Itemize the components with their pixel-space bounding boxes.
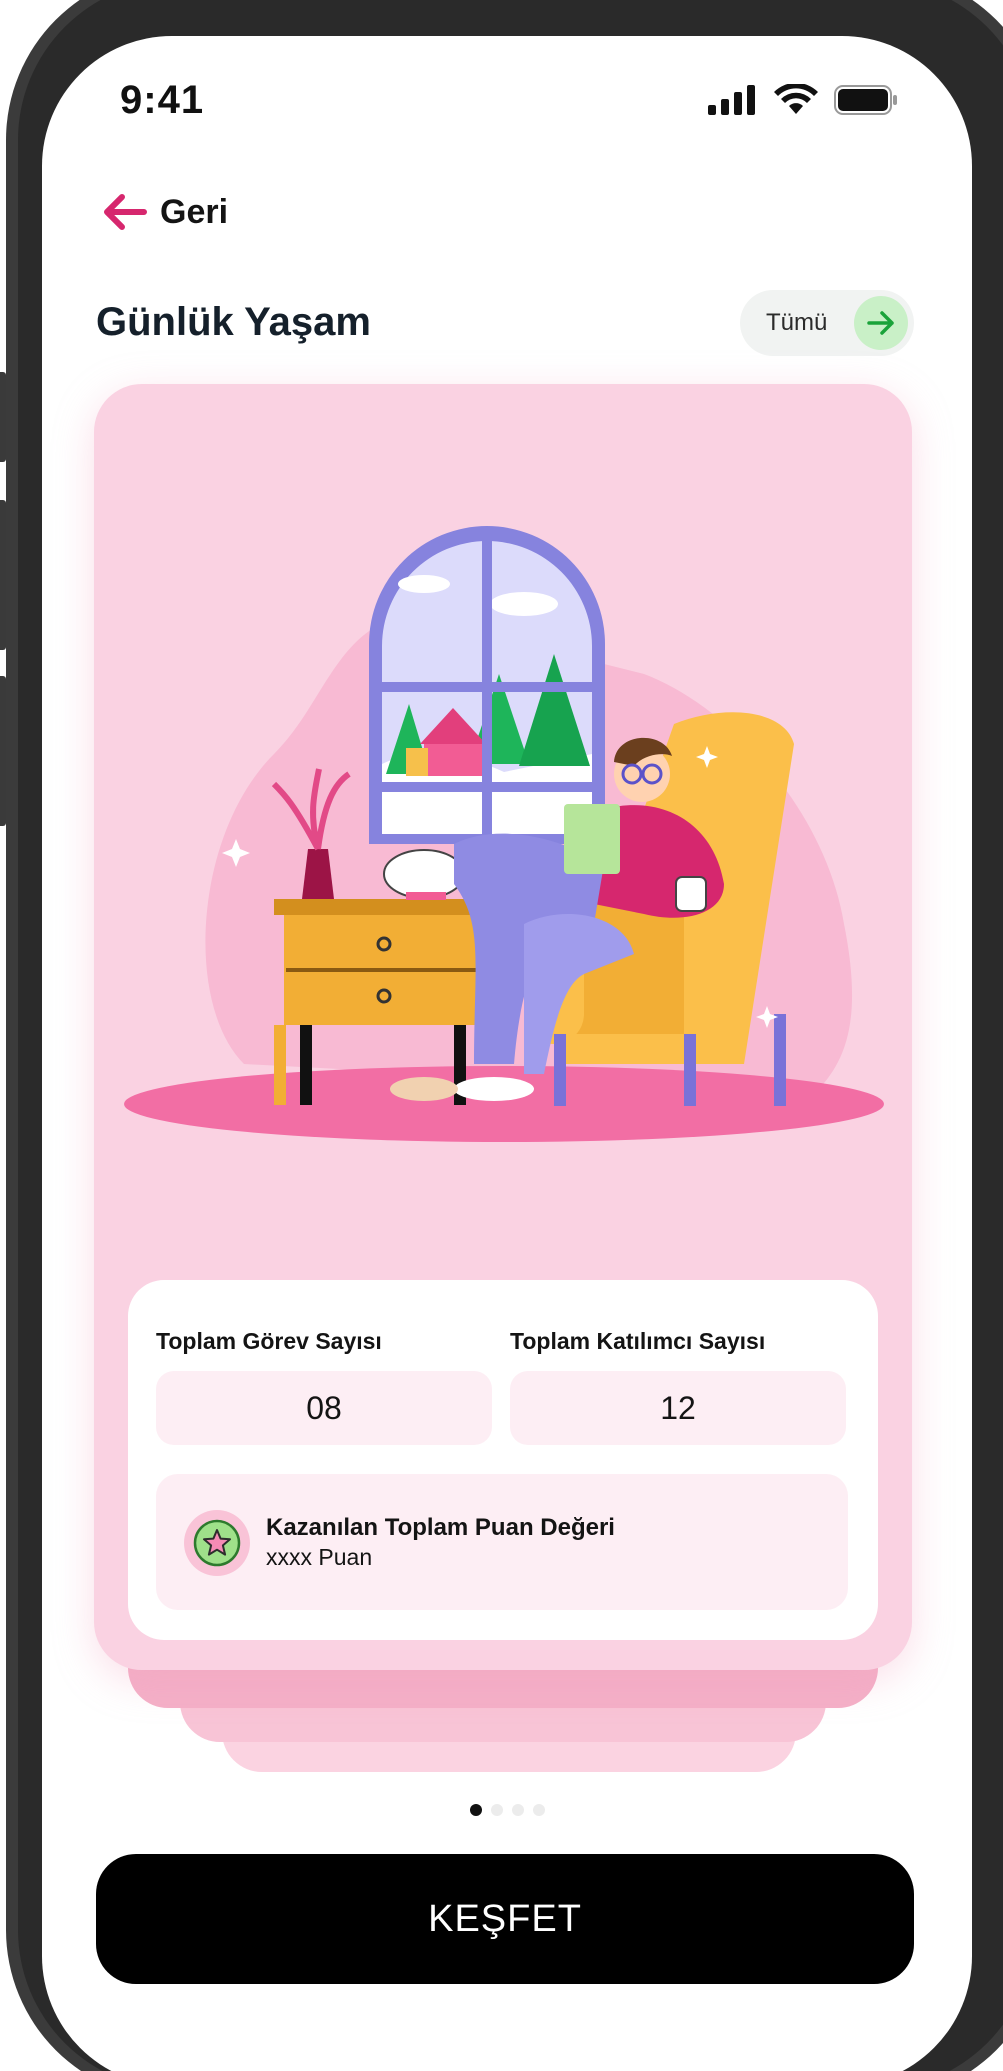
total-tasks-value: 08 — [156, 1371, 492, 1445]
forward-arrow-icon — [854, 296, 908, 350]
pager-dot-1[interactable] — [470, 1804, 482, 1816]
pager-dots — [470, 1804, 545, 1816]
battery-icon — [834, 85, 897, 115]
back-button[interactable]: Geri — [100, 192, 228, 232]
total-participants-stat: Toplam Katılımcı Sayısı 12 — [510, 1328, 846, 1445]
stats-panel: Toplam Görev Sayısı 08 Toplam Katılımcı … — [128, 1280, 878, 1640]
status-time: 9:41 — [120, 78, 205, 122]
reading-person-illustration — [124, 526, 884, 1142]
pager-dot-4[interactable] — [533, 1804, 545, 1816]
wifi-icon — [774, 84, 818, 114]
pager-dot-2[interactable] — [491, 1804, 503, 1816]
points-title: Kazanılan Toplam Puan Değeri — [266, 1514, 615, 1541]
total-participants-label: Toplam Katılımcı Sayısı — [510, 1328, 766, 1354]
see-all-button[interactable]: Tümü — [740, 290, 914, 356]
see-all-label: Tümü — [766, 309, 828, 336]
page-title: Günlük Yaşam — [96, 300, 371, 344]
status-icons — [708, 84, 898, 116]
signal-icon — [708, 85, 755, 115]
explore-button[interactable]: KEŞFET — [96, 1854, 914, 1984]
back-arrow-icon — [104, 194, 147, 230]
pager-dot-3[interactable] — [512, 1804, 524, 1816]
back-label: Geri — [160, 192, 229, 231]
points-value: xxxx Puan — [266, 1544, 373, 1570]
points-panel: Kazanılan Toplam Puan Değeri xxxx Puan — [156, 1474, 848, 1610]
category-card[interactable]: Toplam Görev Sayısı 08 Toplam Katılımcı … — [94, 384, 912, 1670]
total-tasks-label: Toplam Görev Sayısı — [156, 1328, 382, 1354]
star-badge-icon — [184, 1510, 250, 1576]
total-participants-value: 12 — [510, 1371, 846, 1445]
total-tasks-stat: Toplam Görev Sayısı 08 — [156, 1328, 492, 1445]
